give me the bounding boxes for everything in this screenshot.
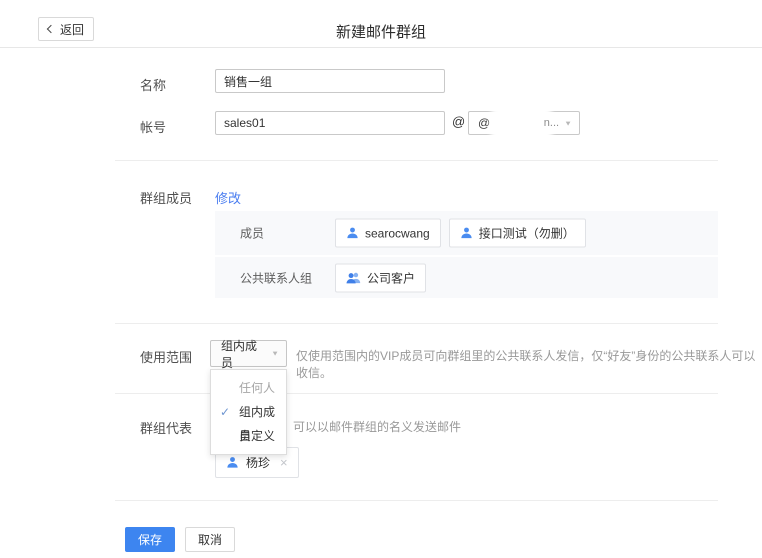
scope-option-group-members[interactable]: ✓ 组内成员 [211, 400, 286, 424]
member-chip-label: searocwang [365, 226, 430, 240]
scope-label: 使用范围 [140, 347, 192, 366]
domain-at-prefix: @ [478, 116, 490, 130]
representative-label: 群组代表 [140, 418, 192, 437]
at-separator: @ [452, 114, 465, 129]
member-chip: 接口测试（勿删） [449, 219, 586, 248]
member-chip: searocwang [335, 219, 441, 248]
contact-group-chip-label: 公司客户 [367, 269, 415, 286]
contact-groups-row: 公共联系人组 公司客户 [215, 257, 718, 298]
person-icon [346, 227, 359, 240]
section-divider [115, 160, 718, 161]
header-divider [0, 47, 762, 48]
members-row: 成员 searocwang 接口测试（勿删） [215, 211, 718, 255]
account-input[interactable] [215, 111, 445, 135]
scope-dropdown-menu: 任何人 ✓ 组内成员 自定义 [210, 369, 287, 455]
contact-group-chip: 公司客户 [335, 263, 426, 292]
scope-option-custom[interactable]: 自定义 [211, 424, 286, 448]
scope-selected-value: 组内成员 [221, 337, 266, 371]
name-input[interactable] [215, 69, 445, 93]
representative-hint-text: 可以以邮件群组的名义发送邮件 [293, 418, 461, 435]
section-divider [115, 500, 718, 501]
people-group-icon [346, 271, 361, 284]
members-section-label: 群组成员 [140, 188, 192, 207]
member-chip-label: 接口测试（勿删） [479, 225, 575, 242]
members-row-label: 成员 [240, 225, 264, 242]
check-icon: ✓ [220, 400, 230, 424]
person-icon [226, 456, 239, 469]
chevron-down-icon: ▼ [271, 350, 279, 358]
contact-groups-row-label: 公共联系人组 [240, 269, 312, 286]
create-mail-group-page: 返回 新建邮件群组 名称 帐号 @ @ n... ▼ 群组成员 修改 成员 se… [0, 0, 762, 558]
cancel-button[interactable]: 取消 [185, 527, 235, 552]
domain-select[interactable]: @ n... ▼ [468, 111, 580, 135]
modify-members-link[interactable]: 修改 [215, 188, 241, 207]
scope-hint-text: 仅使用范围内的VIP成员可向群组里的公共联系人发信，仅“好友”身份的公共联系人可… [296, 347, 762, 381]
account-label: 帐号 [140, 117, 166, 136]
scope-select[interactable]: 组内成员 ▼ [210, 340, 287, 367]
domain-suffix-text: n... [544, 117, 559, 129]
save-button[interactable]: 保存 [125, 527, 175, 552]
scope-option-anyone[interactable]: 任何人 [211, 376, 286, 400]
person-icon [460, 227, 473, 240]
chevron-down-icon: ▼ [564, 119, 572, 127]
name-label: 名称 [140, 75, 166, 94]
close-icon[interactable]: × [280, 456, 288, 469]
representative-chip-label: 杨珍 [246, 454, 270, 471]
section-divider [115, 323, 718, 324]
section-divider [115, 393, 718, 394]
page-title: 新建邮件群组 [0, 21, 762, 42]
